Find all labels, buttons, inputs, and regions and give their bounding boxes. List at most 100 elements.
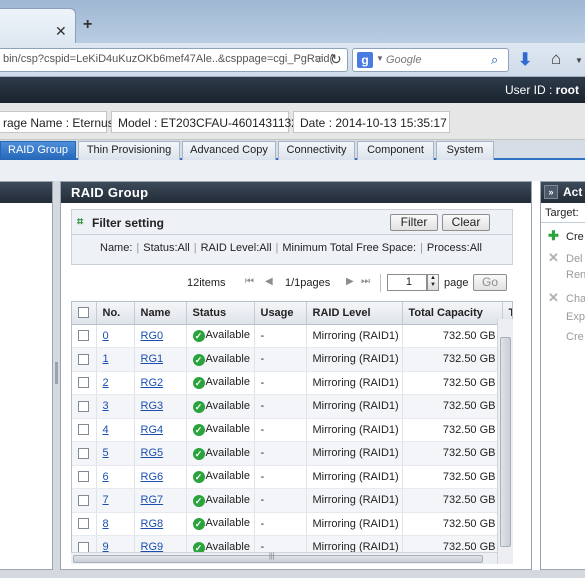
browser-tab[interactable]: ✕ — [0, 8, 76, 43]
divider-grip[interactable] — [55, 362, 58, 384]
action-create[interactable]: ✚ Cre — [548, 228, 584, 244]
row-no-link[interactable]: 8 — [103, 518, 109, 530]
row-checkbox[interactable] — [72, 418, 97, 442]
table-row[interactable]: 8 RG8 ✓ Available - Mirroring (RAID1) 732.50 G… — [72, 512, 512, 536]
row-name[interactable]: RG6 — [134, 465, 187, 489]
vertical-scroll-thumb[interactable] — [500, 337, 511, 547]
collapse-icon[interactable]: » — [544, 185, 558, 199]
row-name-link[interactable]: RG0 — [141, 330, 164, 342]
row-no-link[interactable]: 0 — [103, 330, 109, 342]
horizontal-scroll-thumb[interactable] — [73, 555, 483, 563]
row-no-link[interactable]: 5 — [103, 447, 109, 459]
table-row[interactable]: 7 RG7 ✓ Available - Mirroring (RAID1) 732.50 G… — [72, 488, 512, 513]
tab-system[interactable]: System — [436, 141, 494, 160]
row-no[interactable]: 3 — [96, 394, 135, 419]
tab-thin-provisioning[interactable]: Thin Provisioning — [78, 141, 180, 160]
row-no[interactable]: 1 — [96, 347, 135, 372]
col-no[interactable]: No. — [96, 302, 135, 325]
tab-raid-group[interactable]: RAID Group — [0, 141, 76, 160]
table-horizontal-scrollbar[interactable]: ||| — [71, 552, 497, 564]
row-no-link[interactable]: 4 — [103, 424, 109, 436]
row-checkbox[interactable] — [72, 371, 97, 395]
row-name[interactable]: RG3 — [134, 394, 187, 419]
row-checkbox[interactable] — [72, 441, 97, 466]
page-spinner-icon[interactable]: ▲ ▼ — [427, 274, 439, 291]
table-row[interactable]: 3 RG3 ✓ Available - Mirroring (RAID1) 732.50 G… — [72, 394, 512, 419]
row-name-link[interactable]: RG3 — [141, 400, 164, 412]
select-all-checkbox[interactable] — [72, 302, 97, 325]
prev-page-icon[interactable]: ◀ — [265, 276, 273, 287]
row-name-link[interactable]: RG7 — [141, 494, 164, 506]
row-checkbox[interactable] — [72, 488, 97, 513]
next-page-icon[interactable]: ▶ — [346, 276, 354, 287]
row-name[interactable]: RG2 — [134, 371, 187, 395]
row-name[interactable]: RG4 — [134, 418, 187, 442]
search-engine-dropdown-icon[interactable]: ▼ — [376, 54, 384, 63]
row-no[interactable]: 6 — [96, 465, 135, 489]
row-checkbox[interactable] — [72, 347, 97, 372]
new-tab-icon[interactable]: + — [83, 16, 92, 34]
row-name[interactable]: RG0 — [134, 324, 187, 348]
first-page-icon[interactable]: ⏮ — [245, 276, 254, 287]
row-name[interactable]: RG1 — [134, 347, 187, 372]
table-row[interactable]: 4 RG4 ✓ Available - Mirroring (RAID1) 732.50 G… — [72, 418, 512, 442]
row-name-link[interactable]: RG2 — [141, 377, 164, 389]
tab-advanced-copy[interactable]: Advanced Copy — [182, 141, 276, 160]
filter-button[interactable]: Filter — [390, 214, 438, 231]
page-input[interactable]: 1 — [387, 274, 427, 291]
row-no[interactable]: 8 — [96, 512, 135, 536]
url-dropdown-icon[interactable]: ▽ — [315, 54, 322, 65]
row-name-link[interactable]: RG1 — [141, 353, 164, 365]
row-no-link[interactable]: 2 — [103, 377, 109, 389]
col-name[interactable]: Name — [134, 302, 187, 325]
row-no[interactable]: 7 — [96, 488, 135, 513]
row-name[interactable]: RG8 — [134, 512, 187, 536]
filter-min-free: Minimum Total Free Space: — [282, 242, 417, 254]
reload-icon[interactable]: ↻ — [330, 51, 342, 68]
table-vertical-scrollbar[interactable] — [497, 319, 513, 564]
row-checkbox[interactable] — [72, 465, 97, 489]
search-icon[interactable]: ⌕ — [491, 52, 498, 68]
tab-component[interactable]: Component — [357, 141, 434, 160]
table-row[interactable]: 5 RG5 ✓ Available - Mirroring (RAID1) 732.50 G… — [72, 441, 512, 466]
table-row[interactable]: 2 RG2 ✓ Available - Mirroring (RAID1) 732.50 G… — [72, 371, 512, 395]
home-dropdown-icon[interactable]: ▼ — [575, 56, 583, 65]
row-no[interactable]: 5 — [96, 441, 135, 466]
table-row[interactable]: 6 RG6 ✓ Available - Mirroring (RAID1) 732.50 G… — [72, 465, 512, 489]
row-checkbox[interactable] — [72, 512, 97, 536]
tab-connectivity[interactable]: Connectivity — [278, 141, 355, 160]
row-no[interactable]: 2 — [96, 371, 135, 395]
row-name[interactable]: RG7 — [134, 488, 187, 513]
search-box[interactable]: g ▼ Google ⌕ — [352, 48, 509, 72]
home-icon[interactable]: ⌂ — [551, 49, 561, 69]
clear-button[interactable]: Clear — [442, 214, 490, 231]
row-checkbox[interactable] — [72, 324, 97, 348]
row-no-link[interactable]: 6 — [103, 471, 109, 483]
col-raid-level[interactable]: RAID Level — [306, 302, 403, 325]
download-icon[interactable]: ⬇ — [518, 50, 532, 70]
row-status-text: Available — [205, 352, 250, 365]
row-name-link[interactable]: RG4 — [141, 424, 164, 436]
table-row[interactable]: 0 RG0 ✓ Available - Mirroring (RAID1) 732.50 G… — [72, 324, 512, 348]
col-total-capacity[interactable]: Total Capacity — [402, 302, 503, 325]
close-tab-icon[interactable]: ✕ — [55, 23, 67, 40]
row-no[interactable]: 4 — [96, 418, 135, 442]
row-no-link[interactable]: 3 — [103, 400, 109, 412]
col-usage[interactable]: Usage — [254, 302, 307, 325]
row-name-link[interactable]: RG6 — [141, 471, 164, 483]
go-button[interactable]: Go — [473, 274, 507, 291]
row-name[interactable]: RG5 — [134, 441, 187, 466]
row-name-link[interactable]: RG8 — [141, 518, 164, 530]
row-capacity: 732.50 GB — [402, 465, 503, 489]
url-bar[interactable]: bin/csp?cspid=LeKiD4uKuzOKb6mef47Ale..&c… — [0, 48, 348, 72]
row-no-link[interactable]: 1 — [103, 353, 109, 365]
col-status[interactable]: Status — [186, 302, 255, 325]
table-row[interactable]: 1 RG1 ✓ Available - Mirroring (RAID1) 732.50 G… — [72, 347, 512, 372]
row-checkbox[interactable] — [72, 394, 97, 419]
row-name-link[interactable]: RG5 — [141, 447, 164, 459]
last-page-icon[interactable]: ⏭ — [361, 276, 370, 287]
row-no[interactable]: 0 — [96, 324, 135, 348]
row-no-link[interactable]: 7 — [103, 494, 109, 506]
filter-grid-icon: ⌗ — [77, 216, 84, 228]
google-logo-icon[interactable]: g — [357, 52, 373, 68]
